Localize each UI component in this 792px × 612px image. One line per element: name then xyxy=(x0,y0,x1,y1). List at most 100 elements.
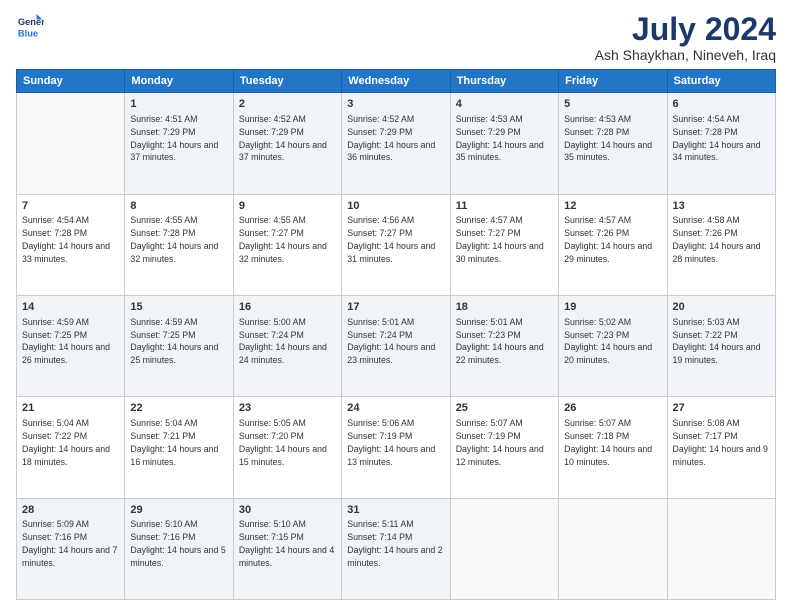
day-number: 10 xyxy=(347,199,444,214)
header-row: Sunday Monday Tuesday Wednesday Thursday… xyxy=(17,70,776,93)
day-number: 25 xyxy=(456,401,553,416)
col-monday: Monday xyxy=(125,70,233,93)
day-number: 15 xyxy=(130,300,227,315)
day-number: 1 xyxy=(130,97,227,112)
col-wednesday: Wednesday xyxy=(342,70,450,93)
day-number: 7 xyxy=(22,199,119,214)
cell-text: Sunrise: 4:54 AMSunset: 7:28 PMDaylight:… xyxy=(22,215,110,263)
cell-text: Sunrise: 4:56 AMSunset: 7:27 PMDaylight:… xyxy=(347,215,435,263)
cell-text: Sunrise: 5:10 AMSunset: 7:16 PMDaylight:… xyxy=(130,519,225,567)
calendar-cell: 2Sunrise: 4:52 AMSunset: 7:29 PMDaylight… xyxy=(233,93,341,194)
cell-text: Sunrise: 4:59 AMSunset: 7:25 PMDaylight:… xyxy=(130,317,218,365)
calendar-cell: 19 Sunrise: 5:02 AMSunset: 7:23 PMDayligh… xyxy=(559,295,667,396)
cell-text: Sunrise: 5:07 AMSunset: 7:19 PMDaylight:… xyxy=(456,418,544,466)
calendar-table: Sunday Monday Tuesday Wednesday Thursday… xyxy=(16,69,776,600)
cell-text: Sunrise: 4:55 AMSunset: 7:27 PMDaylight:… xyxy=(239,215,327,263)
day-number: 28 xyxy=(22,503,119,518)
cell-text: Sunrise: 4:58 AMSunset: 7:26 PMDaylight:… xyxy=(673,215,761,263)
calendar-cell: 29Sunrise: 5:10 AMSunset: 7:16 PMDayligh… xyxy=(125,498,233,599)
calendar-cell: 10Sunrise: 4:56 AMSunset: 7:27 PMDayligh… xyxy=(342,194,450,295)
day-number: 27 xyxy=(673,401,770,416)
calendar-cell: 21 Sunrise: 5:04 AMSunset: 7:22 PMDayligh… xyxy=(17,397,125,498)
cell-text: Sunrise: 5:08 AMSunset: 7:17 PMDaylight:… xyxy=(673,418,768,466)
calendar-cell: 18 Sunrise: 5:01 AMSunset: 7:23 PMDayligh… xyxy=(450,295,558,396)
day-number: 19 xyxy=(564,300,661,315)
title-block: July 2024 Ash Shaykhan, Nineveh, Iraq xyxy=(595,12,776,63)
calendar-cell: 12Sunrise: 4:57 AMSunset: 7:26 PMDayligh… xyxy=(559,194,667,295)
day-number: 20 xyxy=(673,300,770,315)
calendar-cell: 15 Sunrise: 4:59 AMSunset: 7:25 PMDayligh… xyxy=(125,295,233,396)
calendar-cell: 4 Sunrise: 4:53 AMSunset: 7:29 PMDaylight… xyxy=(450,93,558,194)
calendar-cell: 30Sunrise: 5:10 AMSunset: 7:15 PMDayligh… xyxy=(233,498,341,599)
day-number: 11 xyxy=(456,199,553,214)
calendar-cell xyxy=(17,93,125,194)
cell-text: Sunrise: 5:01 AMSunset: 7:23 PMDaylight:… xyxy=(456,317,544,365)
day-number: 4 xyxy=(456,97,553,112)
day-number: 16 xyxy=(239,300,336,315)
day-number: 9 xyxy=(239,199,336,214)
cell-text: Sunrise: 5:03 AMSunset: 7:22 PMDaylight:… xyxy=(673,317,761,365)
cell-text: Sunrise: 4:59 AMSunset: 7:25 PMDaylight:… xyxy=(22,317,110,365)
day-number: 29 xyxy=(130,503,227,518)
cell-text: Sunrise: 4:52 AMSunset: 7:29 PMDaylight:… xyxy=(347,114,435,162)
cell-text: Sunrise: 4:55 AMSunset: 7:28 PMDaylight:… xyxy=(130,215,218,263)
calendar-cell: 25 Sunrise: 5:07 AMSunset: 7:19 PMDayligh… xyxy=(450,397,558,498)
day-number: 17 xyxy=(347,300,444,315)
cell-text: Sunrise: 5:04 AMSunset: 7:21 PMDaylight:… xyxy=(130,418,218,466)
day-number: 12 xyxy=(564,199,661,214)
calendar-cell: 16 Sunrise: 5:00 AMSunset: 7:24 PMDayligh… xyxy=(233,295,341,396)
cell-text: Sunrise: 4:52 AMSunset: 7:29 PMDaylight:… xyxy=(239,114,327,162)
col-saturday: Saturday xyxy=(667,70,775,93)
cell-text: Sunrise: 4:53 AMSunset: 7:29 PMDaylight:… xyxy=(456,114,544,162)
week-row-5: 28Sunrise: 5:09 AMSunset: 7:16 PMDayligh… xyxy=(17,498,776,599)
cell-text: Sunrise: 5:07 AMSunset: 7:18 PMDaylight:… xyxy=(564,418,652,466)
cell-text: Sunrise: 4:57 AMSunset: 7:26 PMDaylight:… xyxy=(564,215,652,263)
calendar-cell: 6 Sunrise: 4:54 AMSunset: 7:28 PMDaylight… xyxy=(667,93,775,194)
calendar-cell xyxy=(667,498,775,599)
week-row-4: 21 Sunrise: 5:04 AMSunset: 7:22 PMDayligh… xyxy=(17,397,776,498)
cell-text: Sunrise: 5:04 AMSunset: 7:22 PMDaylight:… xyxy=(22,418,110,466)
calendar-cell: 26 Sunrise: 5:07 AMSunset: 7:18 PMDayligh… xyxy=(559,397,667,498)
day-number: 30 xyxy=(239,503,336,518)
cell-text: Sunrise: 4:57 AMSunset: 7:27 PMDaylight:… xyxy=(456,215,544,263)
calendar-cell: 8Sunrise: 4:55 AMSunset: 7:28 PMDaylight… xyxy=(125,194,233,295)
day-number: 31 xyxy=(347,503,444,518)
month-year: July 2024 xyxy=(595,12,776,47)
calendar-page: General Blue July 2024 Ash Shaykhan, Nin… xyxy=(0,0,792,612)
cell-text: Sunrise: 5:09 AMSunset: 7:16 PMDaylight:… xyxy=(22,519,117,567)
day-number: 18 xyxy=(456,300,553,315)
calendar-cell: 20 Sunrise: 5:03 AMSunset: 7:22 PMDayligh… xyxy=(667,295,775,396)
day-number: 26 xyxy=(564,401,661,416)
day-number: 3 xyxy=(347,97,444,112)
calendar-cell: 27 Sunrise: 5:08 AMSunset: 7:17 PMDayligh… xyxy=(667,397,775,498)
calendar-cell: 13Sunrise: 4:58 AMSunset: 7:26 PMDayligh… xyxy=(667,194,775,295)
day-number: 5 xyxy=(564,97,661,112)
location: Ash Shaykhan, Nineveh, Iraq xyxy=(595,47,776,63)
cell-text: Sunrise: 4:54 AMSunset: 7:28 PMDaylight:… xyxy=(673,114,761,162)
calendar-cell: 3 Sunrise: 4:52 AMSunset: 7:29 PMDaylight… xyxy=(342,93,450,194)
cell-text: Sunrise: 5:10 AMSunset: 7:15 PMDaylight:… xyxy=(239,519,334,567)
calendar-cell: 1Sunrise: 4:51 AMSunset: 7:29 PMDaylight… xyxy=(125,93,233,194)
day-number: 13 xyxy=(673,199,770,214)
week-row-3: 14Sunrise: 4:59 AMSunset: 7:25 PMDayligh… xyxy=(17,295,776,396)
calendar-cell: 23Sunrise: 5:05 AMSunset: 7:20 PMDayligh… xyxy=(233,397,341,498)
day-number: 21 xyxy=(22,401,119,416)
calendar-cell: 14Sunrise: 4:59 AMSunset: 7:25 PMDayligh… xyxy=(17,295,125,396)
cell-text: Sunrise: 5:00 AMSunset: 7:24 PMDaylight:… xyxy=(239,317,327,365)
cell-text: Sunrise: 5:02 AMSunset: 7:23 PMDaylight:… xyxy=(564,317,652,365)
day-number: 24 xyxy=(347,401,444,416)
calendar-cell: 24 Sunrise: 5:06 AMSunset: 7:19 PMDayligh… xyxy=(342,397,450,498)
day-number: 8 xyxy=(130,199,227,214)
col-sunday: Sunday xyxy=(17,70,125,93)
calendar-cell xyxy=(559,498,667,599)
col-tuesday: Tuesday xyxy=(233,70,341,93)
logo-icon: General Blue xyxy=(16,12,44,40)
header: General Blue July 2024 Ash Shaykhan, Nin… xyxy=(16,12,776,63)
week-row-1: 1Sunrise: 4:51 AMSunset: 7:29 PMDaylight… xyxy=(17,93,776,194)
calendar-cell: 31Sunrise: 5:11 AMSunset: 7:14 PMDayligh… xyxy=(342,498,450,599)
cell-text: Sunrise: 5:01 AMSunset: 7:24 PMDaylight:… xyxy=(347,317,435,365)
week-row-2: 7Sunrise: 4:54 AMSunset: 7:28 PMDaylight… xyxy=(17,194,776,295)
day-number: 6 xyxy=(673,97,770,112)
cell-text: Sunrise: 5:06 AMSunset: 7:19 PMDaylight:… xyxy=(347,418,435,466)
cell-text: Sunrise: 5:11 AMSunset: 7:14 PMDaylight:… xyxy=(347,519,442,567)
